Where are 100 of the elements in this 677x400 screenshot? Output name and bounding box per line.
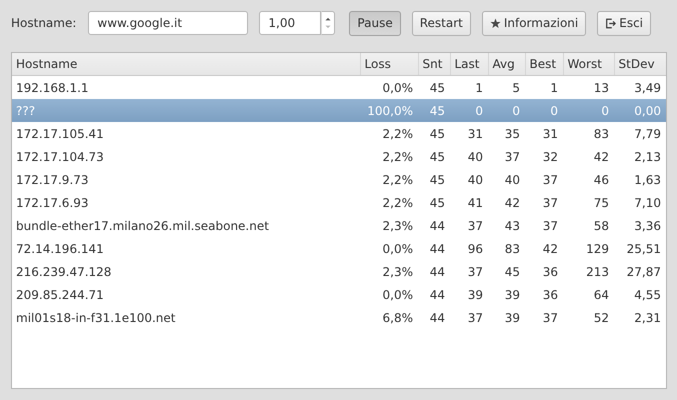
table-cell-text: 37	[504, 148, 521, 166]
table-cell-text: 44	[428, 218, 446, 234]
column-header[interactable]: Last	[450, 53, 488, 76]
table-cell: 5	[488, 76, 525, 99]
table-cell-text: 44	[428, 310, 446, 326]
table-cell-text: 40	[504, 172, 521, 188]
table-cell-text: 2,2%	[382, 172, 414, 188]
table-cell-text: 45	[504, 264, 521, 280]
table-cell-text: 213	[585, 264, 610, 280]
hostname-label: Hostname:	[11, 16, 76, 30]
table-cell-text: 25,51	[626, 240, 662, 258]
table-cell: 7,79	[614, 122, 666, 145]
toolbar-button[interactable]: Restart	[412, 10, 471, 36]
table-cell-text: 83	[504, 240, 521, 258]
table-cell-text: 43	[504, 218, 521, 234]
interval-field[interactable]: 1,00	[259, 11, 322, 35]
table-cell: 1	[450, 76, 488, 99]
table-cell-text: 64	[592, 286, 610, 304]
table-cell-text: 44	[428, 240, 446, 258]
table-cell-text: 172.17.9.73	[15, 172, 90, 188]
table-cell-text: 39	[504, 286, 521, 304]
column-header[interactable]: Best	[525, 53, 563, 76]
table-cell-text: 7,10	[633, 194, 662, 212]
table-cell-text: 2,3%	[382, 264, 414, 280]
table-cell-text: 42	[542, 240, 559, 258]
column-header[interactable]: Hostname	[12, 53, 360, 76]
table-cell: ???	[12, 99, 360, 122]
table-cell-text: 172.17.6.93	[15, 194, 90, 212]
table-cell-text: 209.85.244.71	[15, 286, 105, 304]
table-cell-text: 72.14.196.141	[15, 240, 105, 258]
table-cell-text: 39	[466, 286, 484, 304]
table-cell-text: 58	[592, 218, 610, 234]
table-cell-text: 75	[592, 194, 610, 212]
table-cell-text: 37	[542, 172, 559, 188]
table-cell-text: 2,3%	[382, 218, 414, 234]
table-cell-text: 32	[542, 148, 559, 166]
table-cell: 45	[418, 99, 450, 122]
table-cell: 0	[450, 99, 488, 122]
column-header[interactable]: StDev	[614, 53, 666, 76]
table-cell-text: 46	[592, 172, 610, 188]
star-icon	[490, 18, 501, 28]
table-cell-text: 36	[542, 264, 559, 280]
column-header[interactable]: Snt	[418, 53, 450, 76]
column-header[interactable]: Worst	[563, 53, 614, 76]
table-cell-text: 216.239.47.128	[15, 264, 112, 280]
table-cell-text: 2,2%	[382, 194, 414, 212]
table-cell-text: 45	[428, 172, 446, 188]
table-cell-text: 27,87	[626, 264, 662, 280]
table-cell-text: 2,31	[633, 310, 662, 326]
table-cell: 45	[418, 76, 450, 99]
table-cell-text: 37	[542, 218, 559, 234]
table-cell: 0,00	[614, 99, 666, 122]
table-cell-text: 6,8%	[382, 310, 414, 326]
table-cell-text: 45	[428, 194, 446, 212]
table-cell: 100,0%	[360, 99, 418, 122]
column-header[interactable]: Avg	[488, 53, 525, 76]
table-cell: 0,0%	[360, 76, 418, 99]
table-cell-text: bundle-ether17.milano26.mil.seabone.net	[15, 218, 270, 234]
column-header[interactable]: Loss	[360, 53, 418, 76]
table-cell-text: 96	[466, 240, 484, 258]
table-cell-text: 36	[542, 286, 559, 304]
table-cell-text: 37	[466, 218, 484, 234]
table-cell: 13	[563, 76, 614, 99]
table-cell: 0	[488, 99, 525, 122]
table-cell: 83	[563, 122, 614, 145]
table-cell-text: 44	[428, 264, 446, 280]
table-cell-text: 44	[428, 286, 446, 304]
table-cell-text: 129	[585, 240, 610, 258]
exit-icon	[605, 18, 616, 28]
table-cell-text: 3,36	[633, 218, 662, 234]
table-cell-text: 37	[542, 310, 559, 326]
table-cell-text: 4,55	[633, 286, 662, 304]
table-cell-text: 2,2%	[382, 148, 414, 166]
table-cell: 45	[418, 122, 450, 145]
toolbar-button[interactable]: Pause	[349, 10, 401, 36]
table-cell: 31	[525, 122, 563, 145]
table-cell-text: 2,13	[633, 148, 662, 166]
table-cell-text: 42	[504, 194, 521, 212]
table-cell: 3,49	[614, 76, 666, 99]
spin-arrows-icon[interactable]	[321, 11, 336, 35]
table-cell: 35	[488, 122, 525, 145]
table-cell-text: 37	[542, 194, 559, 212]
table-cell: 0	[563, 99, 614, 122]
table-cell-text: 42	[592, 148, 610, 166]
table-cell-text: 45	[428, 148, 446, 166]
hostname-field[interactable]: www.google.it	[88, 11, 248, 35]
table-cell-text: 1,63	[633, 172, 662, 188]
table-cell: 1	[525, 76, 563, 99]
table-cell: 2,2%	[360, 122, 418, 145]
table-cell-text: 0,0%	[382, 286, 414, 304]
table-cell-text: 172.17.104.73	[15, 148, 105, 166]
table-cell-text: 52	[592, 310, 610, 326]
table-cell-text: 40	[466, 148, 484, 166]
toolbar-button[interactable]: Informazioni	[482, 10, 586, 36]
table-cell-text: 37	[466, 310, 484, 326]
table-cell-text: 0,0%	[382, 240, 414, 258]
table-cell-text: mil01s18-in-f31.1e100.net	[15, 310, 176, 326]
toolbar-button[interactable]: Esci	[597, 10, 651, 36]
table-cell: 172.17.105.41	[12, 122, 360, 145]
table-cell-text: 37	[466, 264, 484, 280]
